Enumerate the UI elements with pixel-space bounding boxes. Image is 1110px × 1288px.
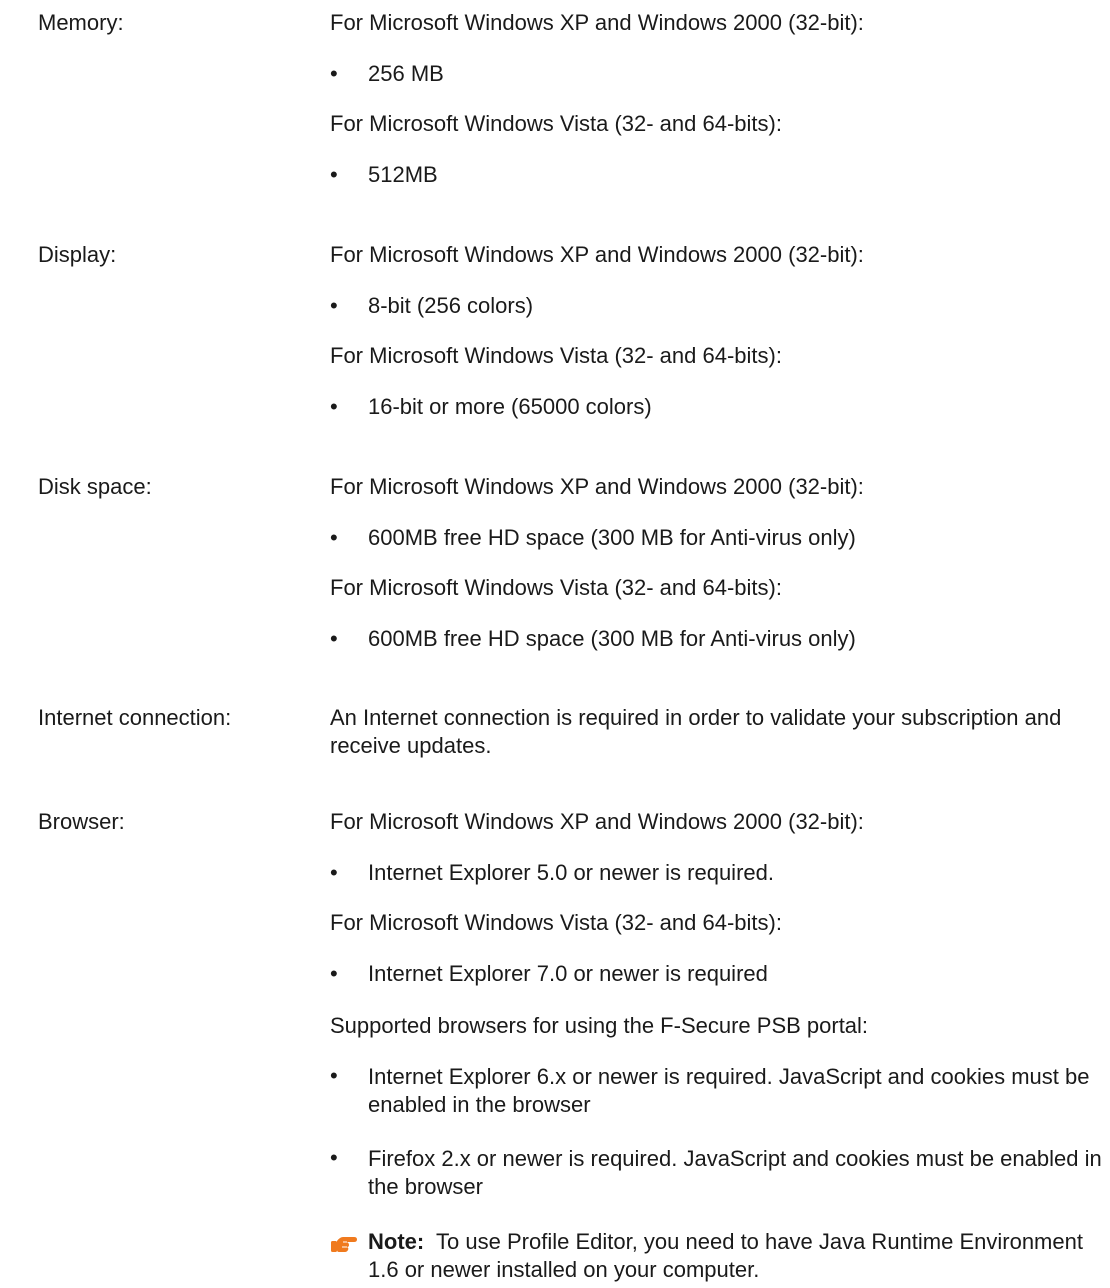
note-body: To use Profile Editor, you need to have …	[368, 1229, 1083, 1282]
memory-heading-vista: For Microsoft Windows Vista (32- and 64-…	[330, 111, 782, 136]
memory-heading-xp: For Microsoft Windows XP and Windows 200…	[330, 10, 864, 35]
internet-text: An Internet connection is required in or…	[330, 705, 1062, 758]
browser-heading-vista: For Microsoft Windows Vista (32- and 64-…	[330, 910, 782, 935]
internet-label: Internet connection:	[38, 705, 232, 730]
pointing-hand-icon	[331, 1237, 357, 1252]
disk-heading-vista: For Microsoft Windows Vista (32- and 64-…	[330, 575, 782, 600]
note-label: Note:	[368, 1229, 425, 1254]
display-heading-xp: For Microsoft Windows XP and Windows 200…	[330, 242, 864, 267]
memory-label: Memory:	[38, 10, 124, 35]
browser-heading-psb: Supported browsers for using the F-Secur…	[330, 1013, 869, 1038]
disk-space-label: Disk space:	[38, 474, 152, 499]
browser-heading-xp: For Microsoft Windows XP and Windows 200…	[330, 809, 864, 834]
display-heading-vista: For Microsoft Windows Vista (32- and 64-…	[330, 343, 782, 368]
display-label: Display:	[38, 242, 117, 267]
browser-label: Browser:	[38, 809, 125, 834]
disk-heading-xp: For Microsoft Windows XP and Windows 200…	[330, 474, 864, 499]
note-text: Note: To use Profile Editor, you need to…	[368, 1228, 1108, 1284]
